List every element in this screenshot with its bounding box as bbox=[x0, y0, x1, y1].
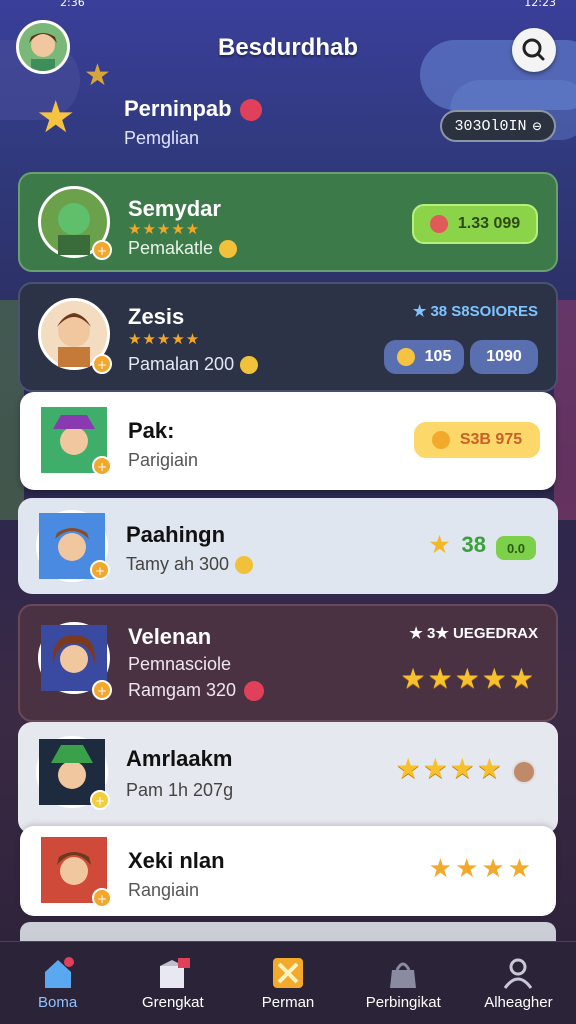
nav-battle-label: Perman bbox=[261, 994, 315, 1011]
star-icon: ★ bbox=[429, 532, 450, 557]
level-pill[interactable]: 0.0 bbox=[496, 536, 536, 560]
star-decoration-icon: ★ bbox=[84, 58, 111, 93]
home-icon bbox=[44, 957, 74, 988]
score-pill[interactable]: S3B 975 bbox=[414, 422, 540, 458]
box-icon bbox=[159, 958, 190, 988]
list-item[interactable]: + Semydar ★★★★★ Pemakatle 1.33 099 bbox=[18, 172, 558, 272]
list-item-partial bbox=[20, 922, 556, 942]
filter-pill-label: 303Ol0IN bbox=[454, 117, 527, 135]
star-decoration-icon: ★ bbox=[36, 92, 76, 143]
battle-icon bbox=[273, 958, 303, 988]
item-subtitle-text: Tamy ah 300 bbox=[126, 554, 230, 574]
bag-icon bbox=[390, 962, 417, 988]
smile-icon bbox=[219, 240, 238, 259]
nav-battle[interactable]: Perman bbox=[230, 942, 345, 1024]
nav-shop-label: Grengkat bbox=[141, 994, 204, 1011]
status-time: 2:36 bbox=[60, 0, 85, 9]
search-button[interactable] bbox=[512, 28, 556, 72]
nav-home-label: Boma bbox=[38, 994, 78, 1011]
item-detail: Ramgam 320 bbox=[128, 680, 265, 702]
rating-stars-text: ★★★★ bbox=[428, 854, 534, 884]
shield-icon bbox=[431, 431, 450, 449]
nav-home[interactable]: Boma bbox=[0, 942, 115, 1024]
rating-stars: ★★★★ bbox=[395, 752, 504, 785]
item-name: Paahingn bbox=[126, 522, 226, 547]
coins-pill[interactable]: 105 bbox=[384, 340, 464, 374]
points-value: 1090 bbox=[486, 348, 522, 365]
nav-shop[interactable]: Grengkat bbox=[115, 942, 230, 1024]
section-subtitle: Pemglian bbox=[124, 128, 200, 148]
rating-stars: ★★★★★ bbox=[128, 330, 201, 348]
bottom-navigation: Boma Grengkat Perman Perbingikat Alheagh… bbox=[0, 941, 576, 1024]
toggle-icon: ⊖ bbox=[532, 118, 542, 136]
search-icon bbox=[522, 38, 545, 61]
item-name: Pak: bbox=[128, 418, 175, 443]
score-value: 1.33 099 bbox=[457, 215, 521, 232]
nav-bag[interactable]: Perbingikat bbox=[346, 942, 461, 1024]
item-subtitle-text: Pemakatle bbox=[128, 238, 214, 258]
level-value: 0.0 bbox=[506, 540, 526, 556]
score-pill[interactable]: 1.33 099 bbox=[412, 204, 538, 244]
section-title: Perninpab bbox=[124, 96, 262, 122]
filter-pill[interactable]: 303Ol0IN ⊖ bbox=[440, 110, 556, 142]
item-subtitle: Pemakatle bbox=[128, 238, 238, 259]
rank-badge-text: ★ 38 S8SOIORES bbox=[412, 303, 538, 320]
coins-value: 105 bbox=[424, 348, 452, 365]
item-subtitle: Tamy ah 300 bbox=[126, 554, 254, 575]
smile-icon bbox=[240, 356, 259, 375]
status-bar: 2:36 12:23 bbox=[0, 0, 576, 12]
item-name: Velenan bbox=[128, 624, 212, 649]
score-value: S3B 975 bbox=[459, 431, 523, 448]
list-item[interactable]: + Velenan Pemnasciole Ramgam 320 ★ 3★ UE… bbox=[18, 604, 558, 722]
list-item[interactable]: + Xeki nlan Rangiain ★★★★ bbox=[20, 826, 556, 916]
list-item[interactable]: + Pak: Parigiain S3B 975 bbox=[20, 392, 556, 490]
heart-icon bbox=[239, 99, 262, 122]
item-name: Zesis bbox=[128, 304, 185, 329]
item-name: Xeki nlan bbox=[128, 848, 225, 873]
add-badge-icon: + bbox=[92, 680, 112, 700]
section-title-text: Perninpab bbox=[124, 96, 232, 121]
item-subtitle-text: Pamalan 200 bbox=[128, 354, 235, 374]
add-badge-icon: + bbox=[90, 790, 110, 810]
add-badge-icon: + bbox=[92, 240, 112, 260]
rating-stars: ★★★★ bbox=[429, 854, 534, 884]
profile-icon bbox=[504, 958, 533, 989]
score-value: 38 bbox=[461, 532, 486, 557]
rank-badge: ★ 38 S8SOIORES bbox=[413, 302, 538, 320]
shield-icon bbox=[429, 215, 448, 233]
list-item[interactable]: + Zesis ★★★★★ Pamalan 200 ★ 38 S8SOIORES… bbox=[18, 282, 558, 392]
nav-bag-label: Perbingikat bbox=[365, 994, 441, 1011]
item-subtitle: Parigiain bbox=[128, 450, 199, 470]
coin-icon bbox=[396, 348, 415, 366]
heart-icon bbox=[244, 681, 265, 702]
list-item[interactable]: + Paahingn Tamy ah 300 ★ 38 0.0 bbox=[18, 498, 558, 594]
item-detail-text: Ramgam 320 bbox=[128, 680, 237, 700]
rating-stars: ★★★★★ bbox=[400, 662, 536, 695]
item-subtitle: Pam 1h 207g bbox=[126, 780, 234, 800]
status-clock: 12:23 bbox=[524, 0, 556, 9]
add-badge-icon: + bbox=[92, 456, 112, 476]
rating-stars: ★★★★★ bbox=[128, 220, 201, 238]
add-badge-icon: + bbox=[92, 888, 112, 908]
nav-profile[interactable]: Alheagher bbox=[461, 942, 576, 1024]
points-pill[interactable]: 1090 bbox=[470, 340, 538, 374]
item-name: Amrlaakm bbox=[126, 746, 233, 771]
add-badge-icon: + bbox=[90, 560, 110, 580]
rank-badge: ★ 3★ UEGEDRAX bbox=[409, 625, 538, 642]
nav-profile-label: Alheagher bbox=[484, 994, 553, 1011]
score-display: ★ 38 bbox=[430, 532, 486, 558]
gem-icon bbox=[512, 760, 536, 784]
item-name: Semydar bbox=[128, 196, 221, 221]
item-subtitle: Rangiain bbox=[128, 880, 200, 900]
list-item[interactable]: + Amrlaakm Pam 1h 207g ★★★★ bbox=[18, 722, 558, 834]
smile-icon bbox=[235, 556, 254, 575]
item-subtitle: Pemnasciole bbox=[128, 654, 232, 674]
add-badge-icon: + bbox=[92, 354, 112, 374]
item-subtitle: Pamalan 200 bbox=[128, 354, 259, 375]
